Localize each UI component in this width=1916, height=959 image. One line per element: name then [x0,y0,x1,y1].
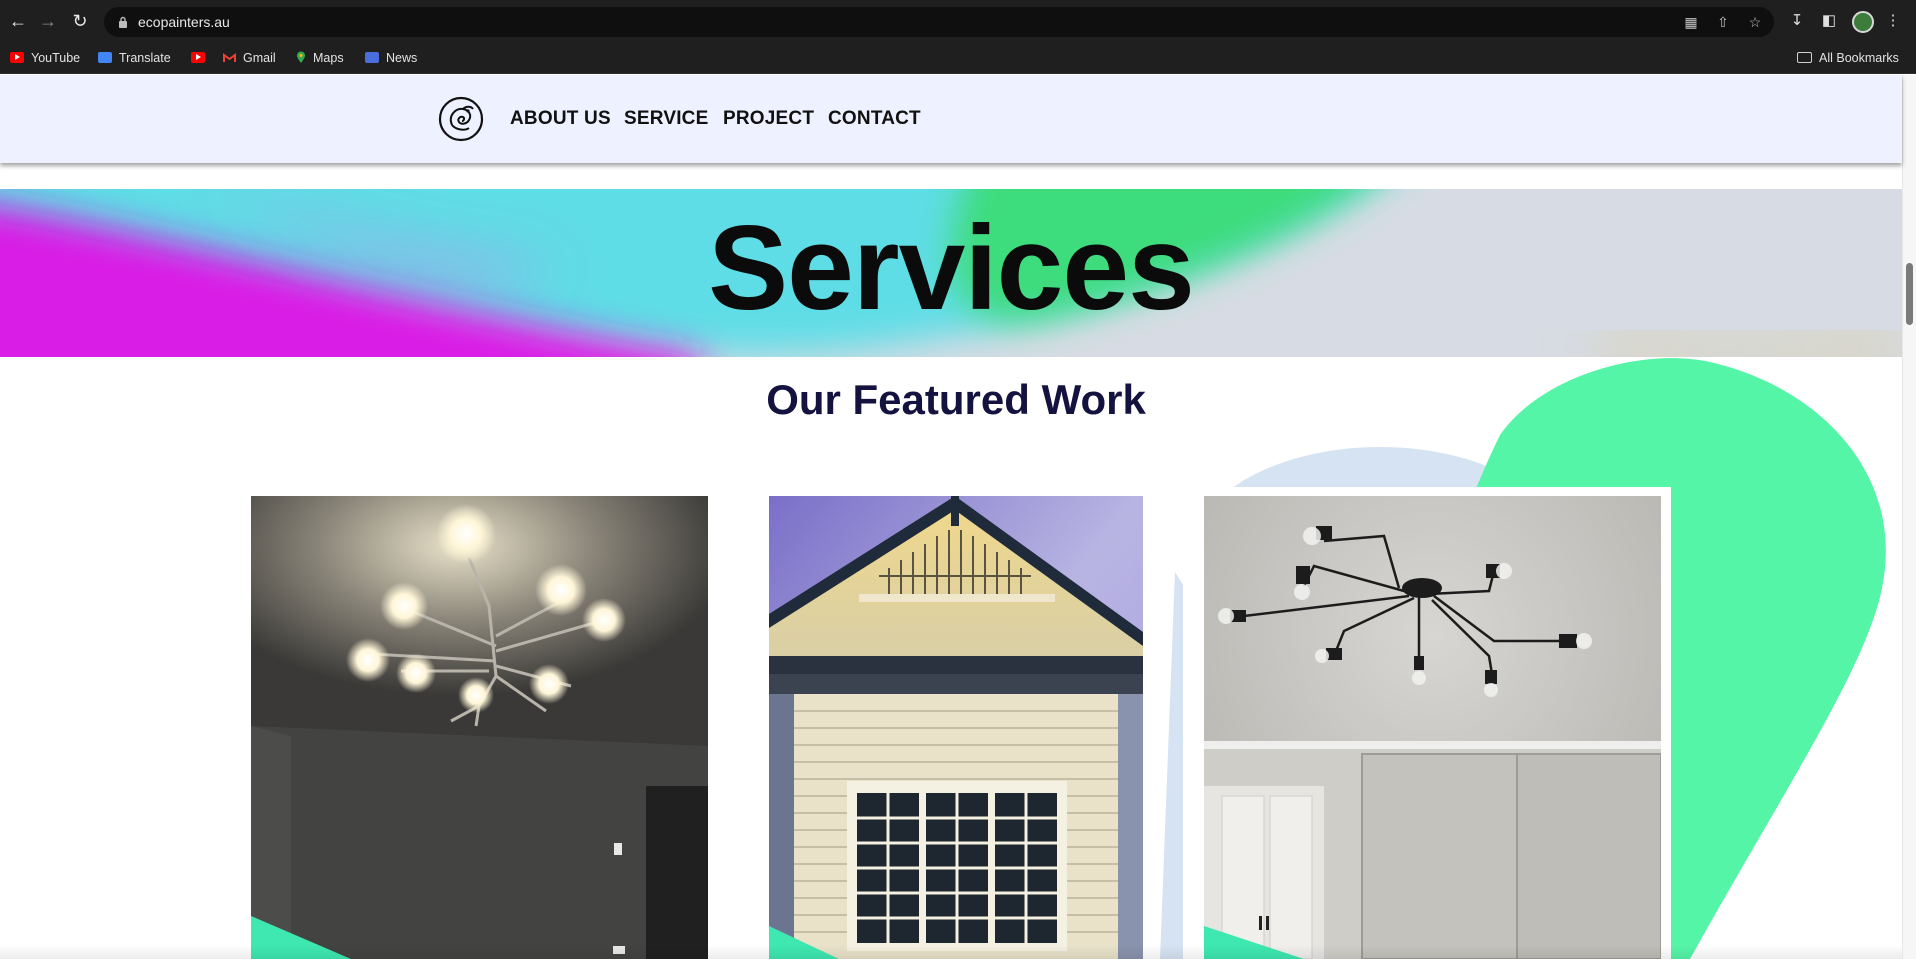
nav-contact[interactable]: CONTACT [828,108,921,130]
page-viewport: ABOUT US SERVICE PROJECT CONTACT Service… [0,75,1916,959]
youtube-icon [191,52,205,63]
translate-page-icon[interactable]: ▦ [1682,13,1700,31]
side-panel-icon[interactable]: ◧ [1818,10,1840,32]
share-icon[interactable]: ⇧ [1714,13,1732,31]
scrollbar-thumb[interactable] [1906,263,1913,325]
menu-kebab-icon[interactable]: ⋮ [1882,10,1904,32]
nav-about-us[interactable]: ABOUT US [510,108,611,130]
hero-title: Services [708,201,1195,335]
featured-work-title: Our Featured Work [766,376,1146,423]
chandelier-dark-room-image [251,496,708,959]
nav-service[interactable]: SERVICE [624,108,708,130]
bookmark-news[interactable]: News [365,49,417,67]
page-scrollbar[interactable] [1902,75,1916,959]
weatherboard-house-image [769,496,1143,959]
bottom-shadow [0,945,1902,959]
news-icon [365,52,379,63]
project-card-2[interactable] [769,496,1143,959]
bookmarks-bar: YouTube Translate Gmail Maps News All Bo… [0,42,1916,74]
download-icon[interactable]: ↧ [1786,10,1808,32]
url-text[interactable]: ecopainters.au [138,14,230,30]
gmail-icon [223,53,236,62]
nav-project[interactable]: PROJECT [723,108,814,130]
site-header: ABOUT US SERVICE PROJECT CONTACT [0,75,1902,163]
services-hero-banner: Services [0,189,1902,357]
bookmark-star-icon[interactable]: ☆ [1746,13,1764,31]
bookmark-maps[interactable]: Maps [296,49,344,67]
bookmark-gmail[interactable]: Gmail [223,49,276,67]
lock-icon [119,16,127,28]
profile-avatar[interactable] [1852,11,1874,33]
bookmark-translate[interactable]: Translate [98,49,171,67]
reload-icon[interactable]: ↻ [68,9,92,33]
folder-icon [1797,52,1812,63]
forward-icon[interactable]: → [36,9,60,33]
bookmark-youtube-2[interactable] [191,49,212,67]
all-bookmarks[interactable]: All Bookmarks [1797,49,1899,67]
project-card-3[interactable] [1204,496,1661,959]
maps-icon [297,51,305,63]
back-icon[interactable]: ← [6,9,30,33]
address-bar[interactable]: ecopainters.au ▦ ⇧ ☆ [104,7,1774,37]
project-card-1[interactable] [251,496,708,959]
browser-toolbar: ← → ↻ ecopainters.au ▦ ⇧ ☆ ↧ ◧ ⋮ [0,0,1916,42]
translate-icon [98,52,112,63]
black-light-fixture-image [1204,496,1661,959]
youtube-icon [10,52,24,63]
chameleon-logo-icon[interactable] [438,96,484,142]
bookmark-youtube[interactable]: YouTube [10,49,80,67]
